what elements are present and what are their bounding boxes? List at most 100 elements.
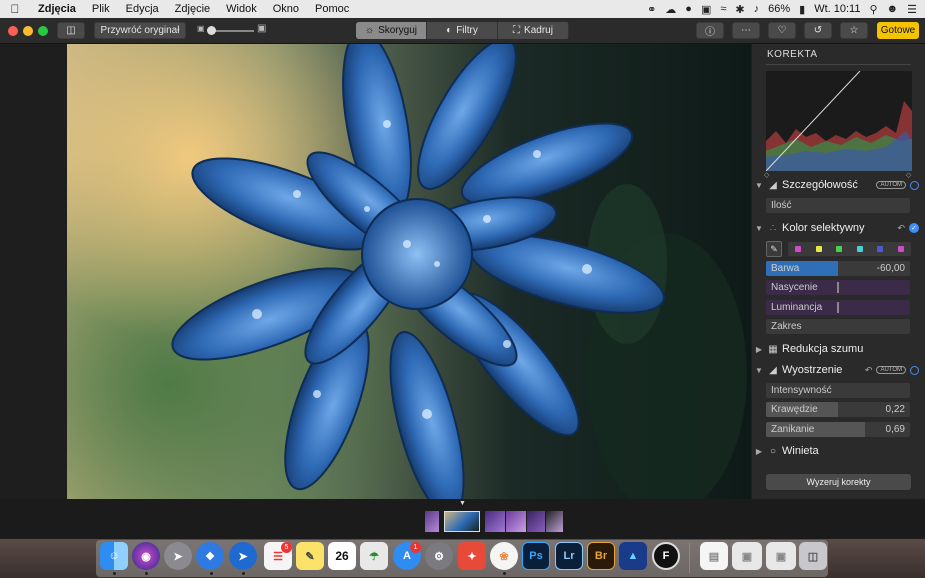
undo-icon[interactable]: ↶ xyxy=(865,365,873,376)
edit-mode-tabs: ☼ Skoryguj ◐ Filtry ⛶ Kadruj xyxy=(356,22,569,39)
monitor-icon[interactable]: ▣ xyxy=(701,3,711,16)
eyedropper-icon[interactable]: ✎ xyxy=(766,241,782,257)
clock[interactable]: Wt. 10:11 xyxy=(814,3,860,15)
chevron-down-icon[interactable]: ▼ xyxy=(752,224,766,233)
done-button[interactable]: Gotowe xyxy=(877,22,919,39)
airmail-bird-icon[interactable]: ✦ xyxy=(458,542,486,570)
siri-icon[interactable]: ◉ xyxy=(132,542,160,570)
color-swatch[interactable] xyxy=(897,246,904,252)
close-window-button[interactable] xyxy=(8,26,18,36)
screenshot-file-icon[interactable]: ▣ xyxy=(766,542,796,570)
menu-app[interactable]: Zdjęcia xyxy=(30,3,84,15)
range-slider[interactable]: Zakres xyxy=(766,319,910,334)
filmstrip-thumbnail[interactable] xyxy=(425,511,439,532)
menu-image[interactable]: Zdjęcie xyxy=(167,3,218,15)
detail-amount-slider[interactable]: Ilość xyxy=(766,198,910,213)
hue-slider[interactable]: Barwa -60,00 xyxy=(766,261,910,276)
chevron-right-icon[interactable]: ▶ xyxy=(752,345,766,354)
screenshot-file-icon[interactable]: ▣ xyxy=(732,542,762,570)
bluetooth-icon[interactable]: ✱ xyxy=(735,3,744,16)
minimize-window-button[interactable] xyxy=(23,26,33,36)
revert-original-button[interactable]: Przywróć oryginał xyxy=(94,22,186,39)
filmstrip-thumbnail[interactable] xyxy=(506,511,526,532)
photoshop-icon[interactable]: Ps xyxy=(522,542,550,570)
magic-wand-icon[interactable]: ☆ xyxy=(840,22,868,39)
tab-crop[interactable]: ⛶ Kadruj xyxy=(498,22,569,39)
color-swatch[interactable] xyxy=(836,246,843,252)
notes-icon[interactable]: ✎ xyxy=(296,542,324,570)
lightroom-icon[interactable]: Lr xyxy=(555,542,583,570)
reset-adjustments-button[interactable]: Wyzeruj korekty xyxy=(766,474,911,490)
photo-canvas[interactable] xyxy=(67,44,751,499)
falloff-slider[interactable]: Zanikanie 0,69 xyxy=(766,422,910,437)
menu-help[interactable]: Pomoc xyxy=(307,3,357,15)
menu-window[interactable]: Okno xyxy=(265,3,307,15)
battery-icon[interactable]: ▮ xyxy=(799,3,805,16)
trash-icon[interactable]: ◫ xyxy=(799,542,827,570)
finder-icon[interactable]: ☺ xyxy=(100,542,128,570)
favorite-heart-icon[interactable]: ♡ xyxy=(768,22,796,39)
photos-icon[interactable]: ❀ xyxy=(490,542,518,570)
battery-percent[interactable]: 66% xyxy=(768,3,790,15)
info-icon[interactable]: ⓘ xyxy=(696,22,724,39)
system-preferences-gear-icon[interactable]: ⚙ xyxy=(425,542,453,570)
histogram[interactable] xyxy=(765,70,912,172)
wifi-icon[interactable]: ≈ xyxy=(720,3,726,15)
affinity-designer-icon[interactable]: ▲ xyxy=(619,542,647,570)
zoom-window-button[interactable] xyxy=(38,26,48,36)
color-swatch[interactable] xyxy=(856,246,863,252)
navigation-arrow-icon[interactable]: ➤ xyxy=(229,542,257,570)
notification-center-icon[interactable]: ☰ xyxy=(907,3,917,16)
document-icon[interactable]: ▤ xyxy=(700,542,728,570)
sharpen-toggle-circle[interactable] xyxy=(910,365,919,375)
f-app-icon[interactable]: F xyxy=(652,542,680,570)
section-selective-color[interactable]: ▼ ∴ Kolor selektywny ↶ ✓ xyxy=(752,219,925,237)
color-swatch[interactable] xyxy=(815,246,822,252)
safari-icon[interactable]: ❖ xyxy=(196,542,224,570)
tab-filters[interactable]: ◐ Filtry xyxy=(427,22,498,39)
apple-menu-icon[interactable]:  xyxy=(0,2,30,16)
chevron-down-icon[interactable]: ▼ xyxy=(752,181,766,190)
detail-auto-button[interactable]: AUTOM xyxy=(876,181,906,189)
chevron-right-icon[interactable]: ▶ xyxy=(752,447,766,456)
zoom-slider-knob[interactable] xyxy=(207,26,216,35)
menu-edit[interactable]: Edycja xyxy=(118,3,167,15)
filmstrip-thumbnail[interactable] xyxy=(527,511,545,532)
sharpen-auto-button[interactable]: AUTOM xyxy=(876,366,906,374)
cloud-icon[interactable]: ☁ xyxy=(665,3,676,16)
color-swatch[interactable] xyxy=(795,246,802,252)
saturation-slider[interactable]: Nasycenie xyxy=(766,280,910,295)
section-noise-reduction[interactable]: ▶ ▦ Redukcja szumu xyxy=(752,340,925,358)
menu-view[interactable]: Widok xyxy=(218,3,265,15)
tab-adjust[interactable]: ☼ Skoryguj xyxy=(356,22,427,39)
user-icon[interactable]: ☻ xyxy=(887,3,899,15)
undo-icon[interactable]: ↶ xyxy=(897,223,905,234)
detail-toggle-circle[interactable] xyxy=(910,180,919,190)
sidebar-toggle-icon[interactable]: ◫ xyxy=(57,22,85,39)
volume-icon[interactable]: ♪ xyxy=(754,3,760,15)
status-dot-icon[interactable]: ● xyxy=(685,3,692,15)
running-indicator xyxy=(242,572,245,575)
chevron-down-icon[interactable]: ▼ xyxy=(752,366,766,375)
more-options-icon[interactable]: ⋯ xyxy=(732,22,760,39)
menu-file[interactable]: Plik xyxy=(84,3,118,15)
intensity-slider[interactable]: Intensywność xyxy=(766,383,910,398)
filmstrip-thumbnail[interactable] xyxy=(485,511,505,532)
bridge-icon[interactable]: Br xyxy=(587,542,615,570)
filmstrip-thumbnail-selected[interactable] xyxy=(444,511,480,532)
section-detail[interactable]: ▼ ◢ Szczegółowość AUTOM xyxy=(752,176,925,194)
luminance-slider[interactable]: Luminancja xyxy=(766,300,910,315)
edges-slider[interactable]: Krawędzie 0,22 xyxy=(766,402,910,417)
calendar-icon[interactable]: 26 xyxy=(328,542,356,570)
creative-cloud-icon[interactable]: ⚭ xyxy=(647,3,656,16)
filmstrip-thumbnail[interactable] xyxy=(546,511,563,532)
section-sharpen[interactable]: ▼ ◢ Wyostrzenie ↶ AUTOM xyxy=(752,361,925,379)
section-vignette[interactable]: ▶ ○ Winieta xyxy=(752,442,925,460)
rotate-icon[interactable]: ↺ xyxy=(804,22,832,39)
launchpad-icon[interactable]: ➤ xyxy=(164,542,192,570)
enabled-checkmark-icon[interactable]: ✓ xyxy=(909,223,919,233)
search-icon[interactable]: ⚲ xyxy=(869,3,877,16)
zoom-slider-track[interactable] xyxy=(210,30,254,32)
preview-icon[interactable]: ☂ xyxy=(360,542,388,570)
color-swatch[interactable] xyxy=(877,246,884,252)
